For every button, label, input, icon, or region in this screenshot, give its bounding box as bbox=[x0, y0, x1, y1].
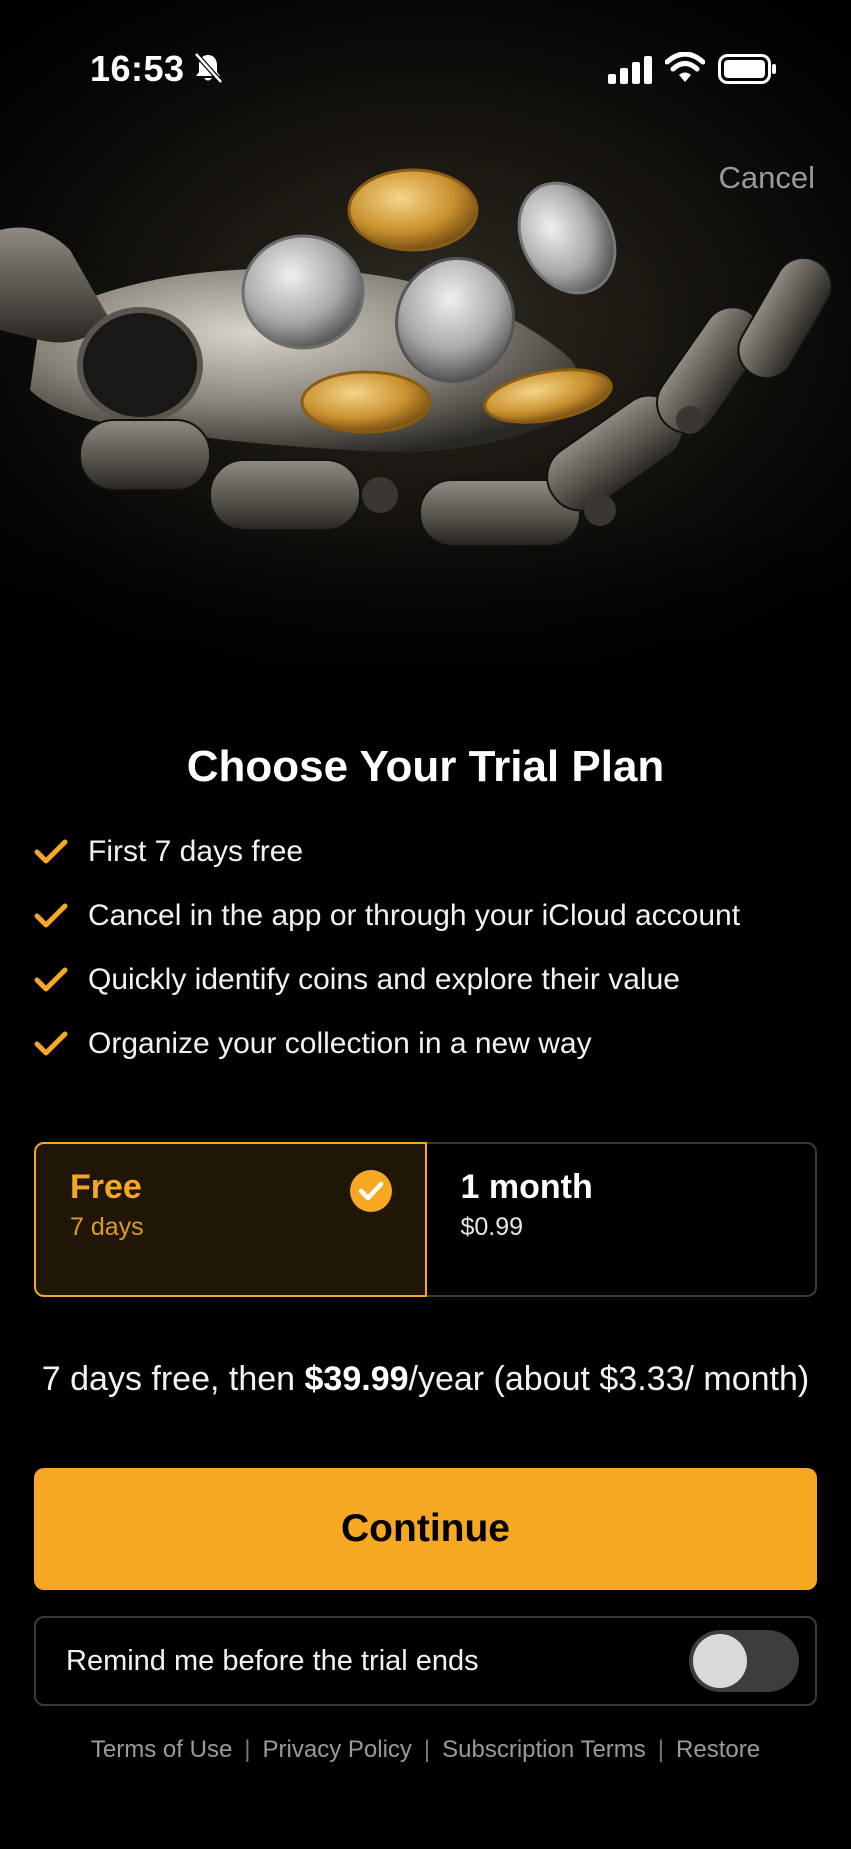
trial-reminder-row: Remind me before the trial ends bbox=[34, 1616, 817, 1706]
plan-option-free[interactable]: Free 7 days bbox=[34, 1142, 427, 1297]
plan-name: Free bbox=[70, 1168, 142, 1206]
pricing-suffix: /year (about $3.33/ month) bbox=[408, 1360, 810, 1398]
feature-list: First 7 days free Cancel in the app or t… bbox=[34, 820, 834, 1076]
feature-item: First 7 days free bbox=[34, 820, 834, 884]
page-title: Choose Your Trial Plan bbox=[186, 742, 665, 791]
separator: | bbox=[423, 1736, 431, 1763]
subscription-terms-link[interactable]: Subscription Terms bbox=[442, 1736, 646, 1764]
toggle-knob bbox=[693, 1634, 747, 1688]
restore-link[interactable]: Restore bbox=[676, 1736, 760, 1764]
separator: | bbox=[244, 1736, 251, 1763]
continue-button[interactable]: Continue bbox=[34, 1468, 817, 1590]
checkmark-icon bbox=[34, 839, 68, 864]
feature-text: Quickly identify coins and explore their… bbox=[88, 963, 680, 996]
separator: | bbox=[657, 1736, 665, 1763]
feature-item: Organize your collection in a new way bbox=[34, 1012, 834, 1076]
feature-item: Quickly identify coins and explore their… bbox=[34, 948, 834, 1012]
plan-selector: Free 7 days 1 month $0.99 bbox=[34, 1142, 817, 1297]
cancel-button[interactable]: Cancel bbox=[719, 160, 816, 196]
plan-price: $0.99 bbox=[460, 1213, 524, 1241]
battery-icon bbox=[718, 54, 776, 84]
checkmark-icon bbox=[34, 967, 68, 992]
checkmark-icon bbox=[34, 1031, 68, 1056]
terms-of-use-link[interactable]: Terms of Use bbox=[91, 1736, 232, 1764]
pricing-summary: 7 days free, then $39.99/year (about $3.… bbox=[40, 1358, 811, 1400]
feature-text: First 7 days free bbox=[88, 835, 304, 868]
privacy-policy-link[interactable]: Privacy Policy bbox=[263, 1736, 412, 1764]
status-bar: 16:53 bbox=[0, 0, 851, 140]
feature-text: Cancel in the app or through your iCloud… bbox=[88, 899, 741, 932]
checkmark-icon bbox=[34, 903, 68, 928]
bell-slash-icon bbox=[194, 52, 223, 84]
wifi-icon bbox=[665, 52, 705, 82]
status-time: 16:53 bbox=[90, 48, 185, 89]
reminder-label: Remind me before the trial ends bbox=[66, 1644, 479, 1677]
signal-icon bbox=[608, 56, 652, 84]
selected-check-icon bbox=[349, 1170, 392, 1212]
plan-option-1-month[interactable]: 1 month $0.99 bbox=[426, 1142, 817, 1297]
hero-fade-overlay bbox=[0, 520, 851, 760]
pricing-amount: $39.99 bbox=[304, 1360, 409, 1398]
feature-text: Organize your collection in a new way bbox=[88, 1027, 592, 1060]
plan-duration: 7 days bbox=[70, 1213, 144, 1241]
plan-name: 1 month bbox=[460, 1168, 593, 1206]
reminder-toggle[interactable] bbox=[689, 1630, 799, 1692]
pricing-prefix: 7 days free, then bbox=[41, 1360, 305, 1398]
feature-item: Cancel in the app or through your iCloud… bbox=[34, 884, 834, 948]
footer-links: Terms of Use | Privacy Policy | Subscrip… bbox=[0, 1736, 851, 1764]
